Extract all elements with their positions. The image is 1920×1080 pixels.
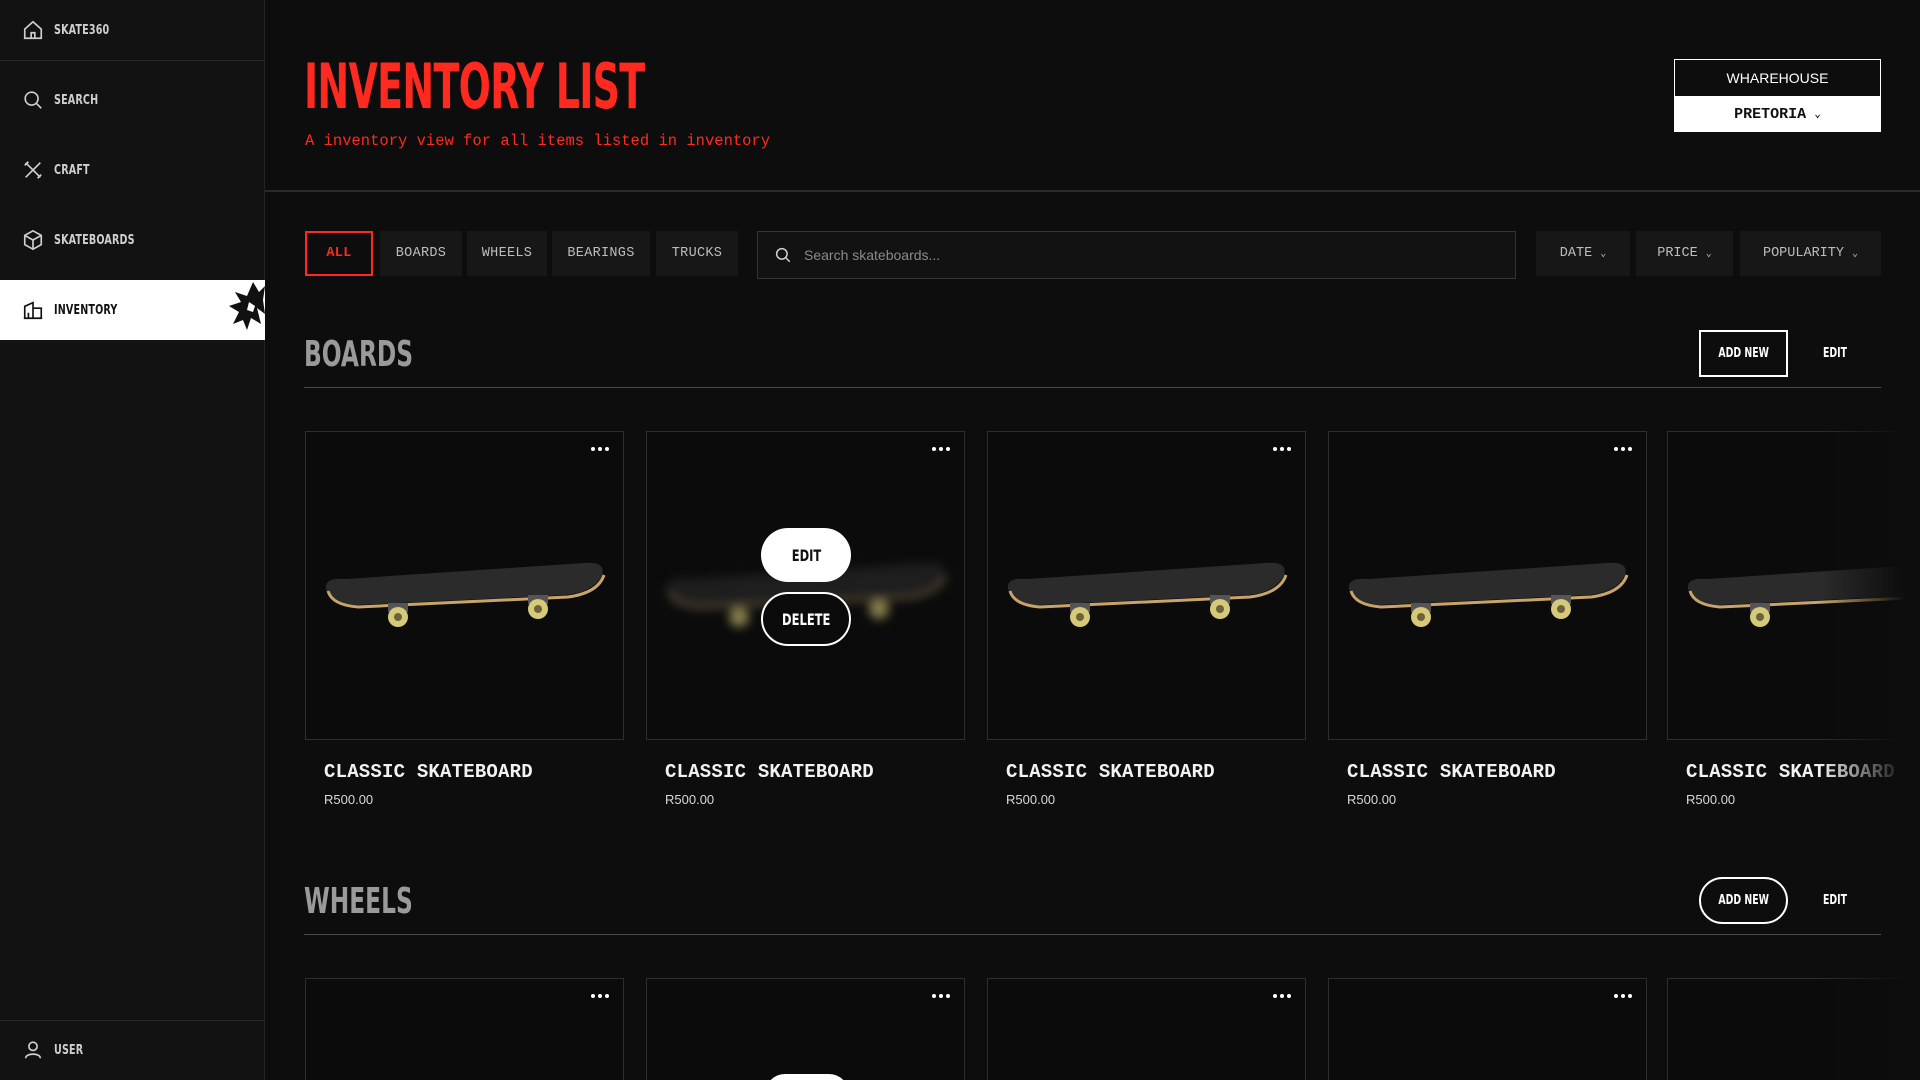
warehouse-icon [22, 299, 44, 321]
search-icon [775, 247, 791, 263]
sidebar-item-label: USER [54, 1042, 84, 1058]
sort-date-button[interactable]: DATE ⌄ [1536, 231, 1630, 276]
tools-icon [22, 159, 44, 181]
section-title-boards: BOARDS [304, 334, 414, 375]
chevron-down-icon: ⌄ [1814, 109, 1821, 121]
page-subtitle: A inventory view for all items listed in… [305, 132, 771, 150]
search-input[interactable] [804, 247, 1484, 263]
user-icon [22, 1039, 44, 1061]
product-card[interactable] [1328, 978, 1647, 1080]
search-bar [757, 231, 1516, 279]
section-title-wheels: WHEELS [304, 881, 413, 922]
sort-label: POPULARITY [1762, 246, 1844, 261]
chevron-down-icon: ⌄ [1851, 248, 1859, 260]
card-delete-button[interactable]: DELETE [761, 592, 851, 646]
warehouse-label: WHAREHOUSE [1675, 60, 1880, 96]
product-price: R500.00 [1686, 792, 1736, 807]
home-icon [22, 19, 44, 41]
sidebar-item-skate360[interactable]: SKATE360 [0, 0, 265, 60]
sidebar-divider [0, 60, 265, 61]
more-options-icon[interactable] [926, 987, 956, 1005]
product-card[interactable] [987, 978, 1306, 1080]
product-card[interactable]: EDIT DELETE [646, 431, 965, 740]
skateboard-image [325, 562, 606, 627]
more-options-icon[interactable] [1267, 987, 1297, 1005]
page-title: INVENTORY LIST [304, 50, 645, 123]
product-name: CLASSIC SKATEBOARD [1686, 761, 1895, 783]
product-name: CLASSIC SKATEBOARD [1006, 761, 1215, 783]
filter-tab-bearings[interactable]: BEARINGS [552, 231, 650, 276]
sidebar-item-label: INVENTORY [54, 302, 118, 318]
more-options-icon[interactable] [585, 987, 615, 1005]
more-options-icon[interactable] [585, 440, 615, 458]
active-indicator-icon [229, 282, 265, 330]
product-price: R500.00 [1347, 792, 1397, 807]
sidebar-item-label: SEARCH [54, 92, 99, 108]
skateboard-image [1007, 562, 1288, 627]
sidebar-item-skateboards[interactable]: SKATEBOARDS [0, 210, 265, 270]
product-card[interactable] [305, 978, 624, 1080]
product-card[interactable] [1667, 978, 1920, 1080]
product-name: CLASSIC SKATEBOARD [665, 761, 874, 783]
more-options-icon[interactable] [1267, 440, 1297, 458]
sort-popularity-button[interactable]: POPULARITY ⌄ [1740, 231, 1881, 276]
chevron-down-icon: ⌄ [1705, 248, 1712, 260]
search-icon [22, 89, 44, 111]
sidebar-item-label: SKATE360 [54, 22, 110, 38]
more-options-icon[interactable] [1608, 987, 1638, 1005]
sort-label: PRICE [1657, 246, 1698, 261]
sidebar-item-label: SKATEBOARDS [54, 232, 135, 248]
section-divider [304, 934, 1881, 935]
product-name: CLASSIC SKATEBOARD [1347, 761, 1556, 783]
sidebar-item-inventory[interactable]: INVENTORY [0, 280, 265, 340]
warehouse-selector: WHAREHOUSE PRETORIA ⌄ [1674, 59, 1881, 132]
sort-label: DATE [1559, 246, 1593, 261]
warehouse-dropdown[interactable]: PRETORIA ⌄ [1675, 96, 1880, 132]
product-card[interactable] [646, 978, 965, 1080]
product-card[interactable] [987, 431, 1306, 740]
sidebar-item-craft[interactable]: CRAFT [0, 140, 265, 200]
box-icon [22, 229, 44, 251]
card-edit-button[interactable]: EDIT [761, 528, 851, 582]
sidebar: SKATE360 SEARCH CRAFT SKATEBOARDS INVENT… [0, 0, 265, 1080]
chevron-down-icon: ⌄ [1600, 248, 1607, 260]
product-price: R500.00 [324, 792, 374, 807]
skateboard-image [1348, 562, 1629, 627]
product-card[interactable] [305, 431, 624, 740]
section-divider [304, 387, 1881, 388]
warehouse-value: PRETORIA [1734, 105, 1807, 123]
add-new-wheel-button[interactable]: ADD NEW [1699, 877, 1788, 924]
more-options-icon[interactable] [926, 440, 956, 458]
filter-tab-wheels[interactable]: WHEELS [467, 231, 547, 276]
product-card[interactable] [1667, 431, 1920, 740]
edit-boards-button[interactable]: EDIT [1808, 330, 1862, 377]
filter-tab-boards[interactable]: BOARDS [380, 231, 462, 276]
product-price: R500.00 [1006, 792, 1056, 807]
product-name: CLASSIC SKATEBOARD [324, 761, 533, 783]
sort-price-button[interactable]: PRICE ⌄ [1636, 231, 1733, 276]
card-edit-button[interactable] [765, 1074, 849, 1080]
sidebar-item-user[interactable]: USER [0, 1020, 265, 1080]
add-new-board-button[interactable]: ADD NEW [1699, 330, 1788, 377]
more-options-icon[interactable] [1608, 440, 1638, 458]
sidebar-item-search[interactable]: SEARCH [0, 70, 265, 130]
skateboard-image [1687, 564, 1920, 627]
filter-tab-all[interactable]: ALL [305, 231, 373, 276]
product-card[interactable] [1328, 431, 1647, 740]
header-divider [265, 190, 1920, 192]
sidebar-item-label: CRAFT [54, 162, 90, 178]
edit-wheels-button[interactable]: EDIT [1808, 877, 1862, 924]
product-price: R500.00 [665, 792, 715, 807]
filter-tab-trucks[interactable]: TRUCKS [656, 231, 738, 276]
